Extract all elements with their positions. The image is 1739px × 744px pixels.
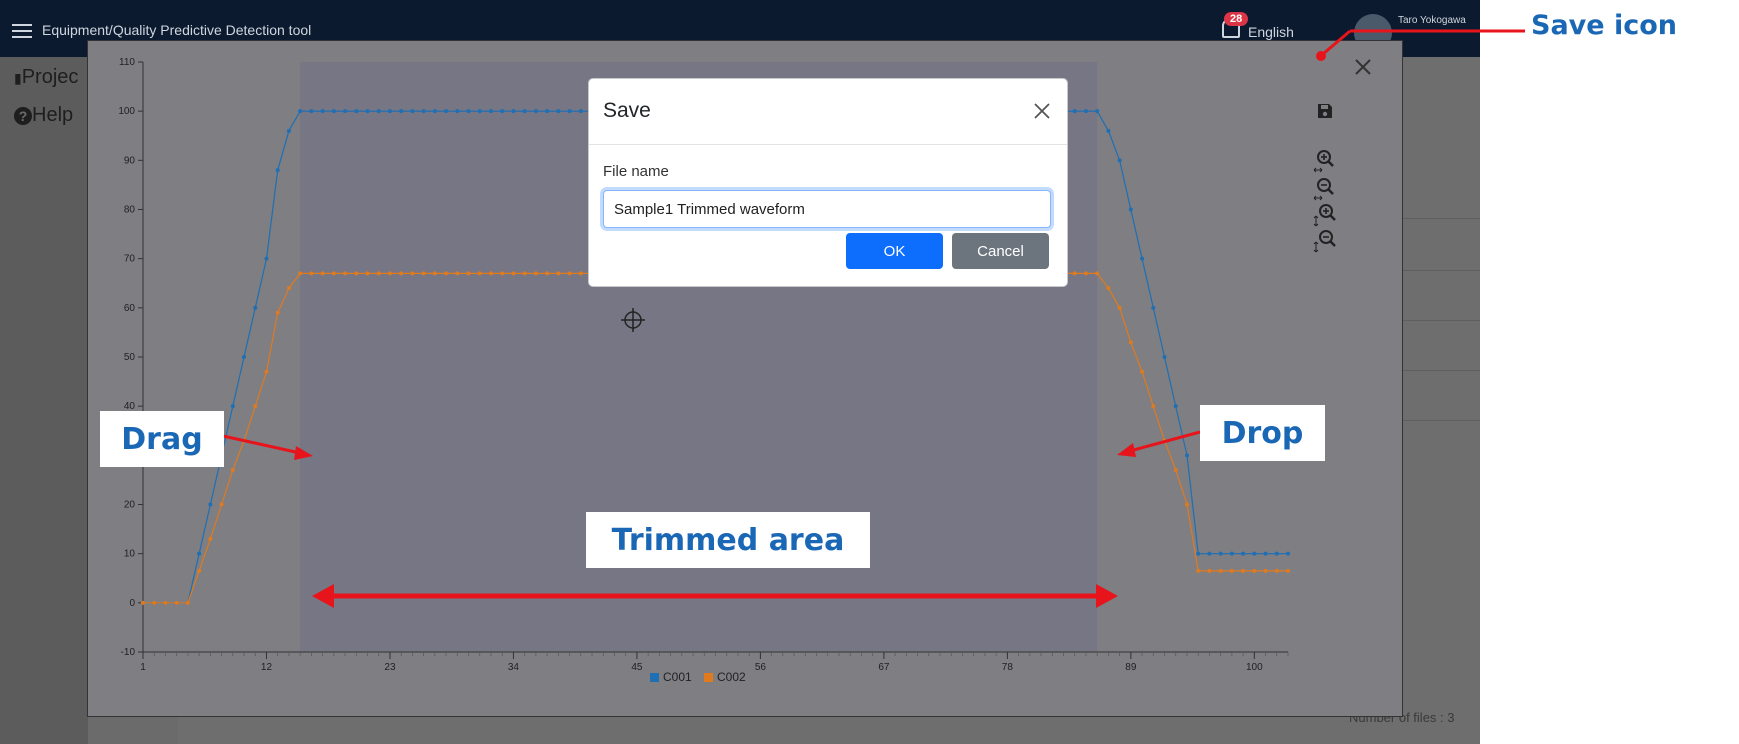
drop-arrowhead	[1117, 443, 1136, 457]
trimmed-area-callout: Trimmed area	[586, 512, 870, 568]
drag-arrowhead	[294, 446, 313, 460]
trimmed-area-arrowhead-right	[1096, 584, 1118, 608]
drop-arrow	[1129, 430, 1201, 453]
save-icon-leader	[1322, 29, 1351, 56]
trimmed-area-arrowhead-left	[312, 584, 334, 608]
annotation-layer	[222, 29, 1525, 608]
drag-arrow	[222, 434, 301, 455]
save-icon-pointer-dot	[1316, 51, 1326, 61]
drag-callout: Drag	[100, 411, 224, 467]
save-icon-callout: Save icon	[1531, 10, 1678, 41]
drop-callout: Drop	[1200, 405, 1325, 461]
